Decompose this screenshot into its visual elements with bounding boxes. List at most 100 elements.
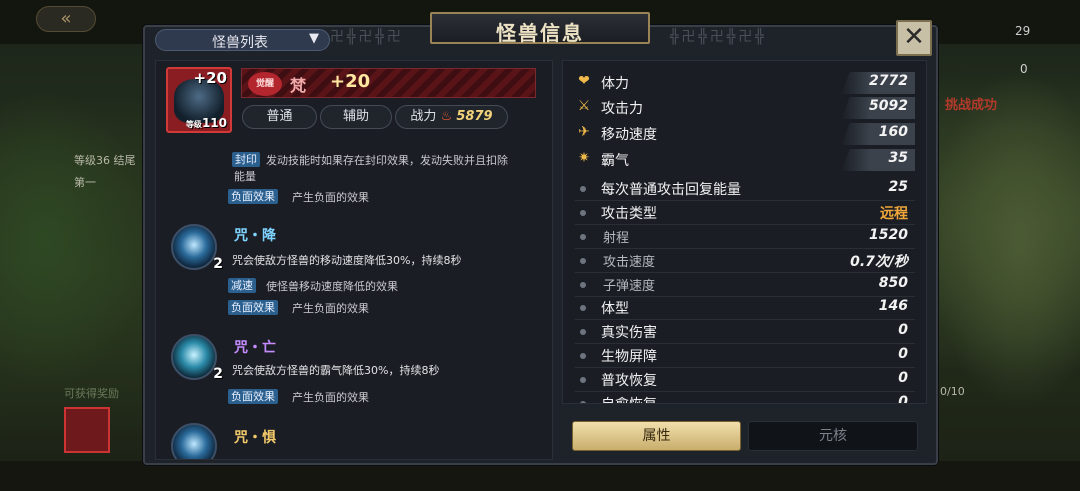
stat-value: 0 xyxy=(898,394,908,404)
stat-name: 生物屏障 xyxy=(601,349,657,365)
stat-name: 真实伤害 xyxy=(601,325,657,341)
stat-name: 体型 xyxy=(601,301,629,317)
resource-count: 29 xyxy=(1015,24,1031,38)
bullet-icon xyxy=(580,210,586,216)
stat-value: 远程 xyxy=(880,206,908,222)
foliage-right xyxy=(930,70,1080,410)
level-badge: 等级110 xyxy=(185,116,227,130)
back-button[interactable]: « xyxy=(36,6,96,32)
ornament-left: 卍╬卍╬卍 xyxy=(330,29,404,45)
type-pill: 普通 xyxy=(242,105,317,129)
stat-name: 霸气 xyxy=(601,153,629,169)
seal-desc: 发动技能时如果存在封印效果，发动失败并且扣除 xyxy=(266,154,508,167)
awaken-seal-icon: 觉醒 xyxy=(248,72,282,96)
stat-row: 普攻恢复 0 xyxy=(563,368,918,392)
ornament-right: ╬卍╬卍╬卍╬ xyxy=(670,29,767,45)
flame-icon: ♨ xyxy=(440,109,453,124)
chevron-down-icon: ▼ xyxy=(309,31,319,46)
stat-row: 真实伤害 0 xyxy=(563,320,918,344)
stat-row: ✷ 霸气 35 xyxy=(563,148,918,172)
stat-row: 攻击速度 0.7次/秒 xyxy=(563,249,918,273)
heart-icon: ❤ xyxy=(578,73,590,89)
bullet-icon xyxy=(580,258,586,264)
reward-icon[interactable] xyxy=(64,407,110,453)
title-plate: 怪兽信息 xyxy=(420,8,660,52)
role-pill: 辅助 xyxy=(320,105,392,129)
stat-row: ✈ 移动速度 160 xyxy=(563,122,918,146)
seal-tag: 封印 xyxy=(232,152,260,167)
rank-name: 梵 xyxy=(290,76,307,95)
stat-row: 生物屏障 0 xyxy=(563,344,918,368)
bg-level-text: 等级36 结尾 xyxy=(74,154,136,167)
bullet-icon xyxy=(580,186,586,192)
stat-value: 25 xyxy=(888,179,908,195)
stat-row: 子弹速度 850 xyxy=(563,273,918,297)
stat-value: 5092 xyxy=(869,98,908,114)
reward-label: 可获得奖励 xyxy=(64,387,119,400)
negative-desc: 产生负面的效果 xyxy=(292,391,369,404)
wing-icon: ✈ xyxy=(578,124,590,140)
skill-level: 2 xyxy=(213,256,223,272)
negative-tag: 负面效果 xyxy=(228,389,278,404)
stat-value: 850 xyxy=(878,275,908,291)
negative-tag: 负面效果 xyxy=(228,300,278,315)
stat-name: 射程 xyxy=(603,231,630,246)
stat-row: 体型 146 xyxy=(563,296,918,320)
negative-desc: 产生负面的效果 xyxy=(292,191,369,204)
progress-text: 0/10 xyxy=(940,385,965,398)
stat-value: 160 xyxy=(878,124,908,140)
stats-panel[interactable]: ❤ 体力 2772 ⚔ 攻击力 5092 ✈ 移动速度 160 ✷ 霸气 35 每次普通攻击回复能量 25… xyxy=(562,60,927,404)
bottom-bar xyxy=(0,461,1080,491)
dialog-title: 怪兽信息 xyxy=(496,21,584,45)
stat-value: 35 xyxy=(888,150,908,166)
skill-desc: 咒会使敌方怪兽的移动速度降低30%，持续8秒 xyxy=(232,254,462,267)
skill-curse-death-icon[interactable]: 2 xyxy=(171,334,223,382)
slow-tag: 减速 xyxy=(228,278,256,293)
power-pill: 战力 ♨ 5879 xyxy=(395,105,508,129)
sword-icon: ⚔ xyxy=(577,98,591,114)
challenge-label: 挑战成功 xyxy=(945,98,998,113)
power-label: 战力 xyxy=(410,109,437,124)
negative-desc: 产生负面的效果 xyxy=(292,302,369,315)
close-button[interactable]: ✕ xyxy=(896,20,932,56)
stat-row: ❤ 体力 2772 xyxy=(563,71,918,95)
rank-plus: +20 xyxy=(330,71,371,92)
skill-curse-fear-icon[interactable] xyxy=(171,423,217,459)
monster-list-dropdown[interactable]: 怪兽列表 ▼ xyxy=(155,29,330,51)
foliage-left xyxy=(0,90,150,390)
monster-portrait[interactable]: +20 等级110 xyxy=(166,67,232,133)
stat-value: 2772 xyxy=(869,73,908,89)
power-value: 5879 xyxy=(456,109,493,124)
resource-count-2: 0 xyxy=(1020,62,1028,76)
bullet-icon xyxy=(580,401,586,403)
tab-attributes[interactable]: 属性 xyxy=(572,421,741,451)
stat-value: 0.7次/秒 xyxy=(850,254,908,270)
stat-value: 0 xyxy=(898,322,908,338)
seal-desc-2: 能量 xyxy=(234,170,256,183)
bullet-icon xyxy=(580,329,586,335)
negative-tag: 负面效果 xyxy=(228,189,278,204)
bullet-icon xyxy=(580,282,586,288)
skill-level: 2 xyxy=(213,366,223,382)
stat-row: 射程 1520 xyxy=(563,225,918,249)
skill-name: 咒・亡 xyxy=(234,340,276,356)
stat-name: 攻击速度 xyxy=(603,255,656,270)
skill-curse-slow-icon[interactable]: 2 xyxy=(171,224,223,272)
slow-desc: 使怪兽移动速度降低的效果 xyxy=(266,280,398,293)
tab-core[interactable]: 元核 xyxy=(748,421,918,451)
bullet-icon xyxy=(580,234,586,240)
stat-row: 攻击类型 远程 xyxy=(563,201,918,225)
skills-panel[interactable]: +20 等级110 觉醒 梵 +20 普通 辅助 战力 ♨ 5879 封印 发动… xyxy=(155,60,553,460)
stat-name: 自愈恢复 xyxy=(601,394,657,403)
plus-badge: +20 xyxy=(193,69,227,87)
stat-name: 攻击类型 xyxy=(601,206,657,222)
skill-name: 咒・降 xyxy=(234,228,276,244)
stat-name: 体力 xyxy=(601,76,629,92)
skill-desc: 咒会使敌方怪兽的霸气降低30%，持续8秒 xyxy=(232,364,440,377)
stat-name: 每次普通攻击回复能量 xyxy=(601,182,741,198)
stat-value: 1520 xyxy=(869,227,908,243)
skill-name: 咒・惧 xyxy=(234,430,276,446)
stat-name: 子弹速度 xyxy=(603,279,656,294)
stat-name: 移动速度 xyxy=(601,127,657,143)
stat-value: 146 xyxy=(878,298,908,314)
